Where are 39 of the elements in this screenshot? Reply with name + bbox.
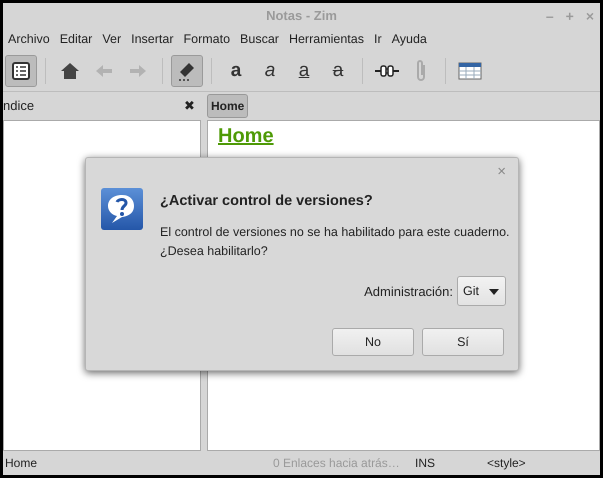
table-icon — [458, 62, 482, 80]
no-button[interactable]: No — [332, 328, 414, 356]
bold-button[interactable]: a — [220, 54, 252, 86]
yes-button[interactable]: Sí — [422, 328, 504, 356]
plug-icon — [374, 64, 400, 78]
paperclip-icon — [414, 58, 428, 82]
strike-button[interactable]: a — [322, 54, 354, 86]
index-icon — [11, 60, 31, 80]
caret-icon — [489, 288, 499, 295]
italic-button[interactable]: a — [254, 54, 286, 86]
menu-item[interactable]: Herramientas — [284, 30, 369, 48]
menu-item[interactable]: Ayuda — [386, 30, 432, 48]
menu-item[interactable]: Insertar — [126, 30, 178, 48]
home-icon — [60, 62, 80, 80]
menu-item[interactable]: Editar — [54, 30, 98, 48]
menu-item[interactable]: Ver — [97, 30, 126, 48]
window-title: Notas - Zim — [266, 6, 337, 25]
menu-item[interactable]: Archivo — [3, 30, 55, 48]
style-indicator: <style> — [487, 455, 526, 472]
close-button[interactable]: ✖ — [184, 96, 195, 116]
mode-indicator: INS — [415, 455, 436, 472]
backlinks-label: 0 Enlaces hacia atrás… — [273, 455, 401, 472]
dialog-message: El control de versiones no se ha habilitado para este cuaderno. ¿Desea habilitarlo? — [160, 224, 510, 260]
panel-title: ndice — [3, 97, 34, 116]
version-dropdown[interactable]: Git — [457, 276, 506, 306]
menu-item[interactable]: Ir — [368, 30, 387, 48]
page-tab[interactable]: Home — [207, 94, 248, 118]
dialog-title: ¿Activar control de versiones? — [160, 192, 374, 211]
menu-item[interactable]: Buscar — [235, 30, 284, 48]
menu-item[interactable]: Formato — [178, 30, 236, 48]
index-button[interactable] — [5, 54, 37, 86]
question-icon — [100, 187, 144, 231]
underline-button[interactable]: a — [288, 54, 320, 86]
back-arrow-icon — [95, 64, 113, 78]
page-heading: Home — [217, 124, 275, 149]
status-page: Home — [5, 455, 38, 472]
forward-arrow-icon — [129, 64, 147, 78]
field-label: Administración: — [364, 282, 454, 300]
pencil-button[interactable] — [171, 54, 203, 86]
